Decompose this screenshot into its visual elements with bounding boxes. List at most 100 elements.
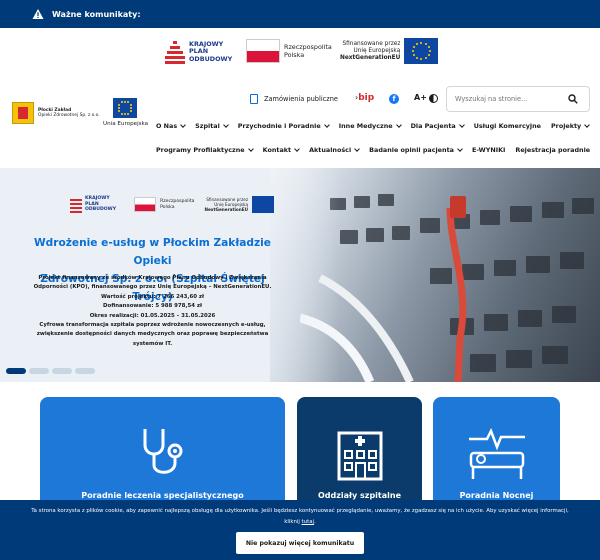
- hero-poland-line-2: Polska: [160, 204, 175, 210]
- cookie-message-click: kliknij: [284, 519, 300, 525]
- chevron-down-icon: [180, 121, 186, 128]
- eu-header-logo: Unia Europejska: [103, 98, 148, 127]
- hero-title-line-1: Wdrożenie e-usług w Płockim Zakładzie Op…: [34, 237, 271, 267]
- cookie-more-link[interactable]: tutaj: [302, 519, 314, 525]
- nav-item-aktualności[interactable]: Aktualności: [309, 145, 360, 154]
- chevron-down-icon: [395, 121, 402, 128]
- nav-item-badanie-opinii-pacjenta[interactable]: Badanie opinii pacjenta: [369, 145, 463, 154]
- pzoz-logo[interactable]: Płocki Zakład Opieki Zdrowotnej Sp. z o.…: [12, 100, 102, 126]
- nav-item-label: Dla Pacjenta: [410, 122, 456, 130]
- nav-item-label: Badanie opinii pacjenta: [369, 146, 454, 154]
- chevron-down-icon: [323, 121, 330, 128]
- project-value: Wartość projektu: 7 266 243,60 zł: [101, 293, 204, 300]
- nav-item-kontakt[interactable]: Kontakt: [262, 145, 300, 154]
- hero-description: Projekt finansowany ze środków Krajowego…: [30, 274, 275, 349]
- hospital-wards-card[interactable]: Oddziały szpitalne: [297, 397, 422, 507]
- eu-star-icon: [124, 100, 126, 103]
- poland-line-2: Polska: [284, 51, 305, 59]
- important-notices-label: Ważne komunikaty:: [52, 9, 141, 19]
- poland-line-1: Rzeczpospolita: [284, 43, 332, 51]
- project-funding: Dofinansowanie: 5 988 978,54 zł: [103, 303, 202, 310]
- eu-funding-logo: Sfinansowane przez Unię Europejską NextG…: [340, 38, 439, 64]
- chevron-down-icon: [458, 121, 465, 128]
- eu-star-icon: [427, 45, 430, 48]
- bip-link[interactable]: ›bip: [355, 93, 374, 103]
- warning-icon: [32, 9, 44, 19]
- nav-item-projekty[interactable]: Projekty: [551, 121, 591, 130]
- slider-pagination: [6, 368, 98, 374]
- search-icon[interactable]: [563, 89, 583, 109]
- eu-star-icon: [118, 110, 121, 113]
- poland-flag-icon: [134, 197, 157, 212]
- specialist-clinics-card[interactable]: Poradnie leczenia specjalistycznego: [40, 397, 285, 507]
- poland-flag-icon: [246, 39, 280, 63]
- chevron-down-icon: [354, 145, 360, 152]
- facebook-icon[interactable]: f: [389, 94, 399, 104]
- poland-logo: Rzeczpospolita Polska: [246, 39, 332, 63]
- kpo-logo: KRAJOWY PLAN ODBUDOWY: [165, 36, 235, 68]
- project-period: Okres realizacji: 01.05.2025 – 31.05.202…: [89, 312, 216, 319]
- chevron-down-icon: [457, 145, 463, 152]
- eu-flag-icon: [113, 98, 137, 118]
- dismiss-cookie-button[interactable]: Nie pokazuj więcej komunikatu: [236, 532, 364, 554]
- eu-star-icon: [127, 112, 130, 115]
- nav-item-label: Projekty: [551, 122, 582, 130]
- nav-item-label: Kontakt: [262, 146, 292, 154]
- chevron-down-icon: [222, 121, 229, 128]
- nav-item-label: E-WYNIKI: [471, 146, 506, 154]
- hero-eu-line-3: NextGenerationEU: [204, 207, 249, 212]
- chevron-down-icon: [247, 145, 254, 152]
- hero-body-line: Projekt finansowany ze środków Krajowego…: [38, 275, 267, 281]
- nav-item-label: Inne Medyczne: [338, 122, 393, 130]
- funding-logos: KRAJOWY PLAN ODBUDOWY Rzeczpospolita Pol…: [0, 36, 600, 70]
- specialist-clinics-title: Poradnie leczenia specjalistycznego: [81, 491, 244, 500]
- main-nav-row-2: Programy Profilaktyczne Kontakt Aktualnośc…: [156, 145, 600, 154]
- nav-item-szpital[interactable]: Szpital: [195, 121, 229, 130]
- search-input[interactable]: [447, 95, 563, 103]
- slider-dot[interactable]: [75, 368, 95, 374]
- nav-item-label: Usługi Komercyjne: [473, 122, 541, 130]
- nav-item-label: Aktualności: [309, 146, 352, 154]
- slider-dot[interactable]: [29, 368, 49, 374]
- slider-dot[interactable]: [52, 368, 72, 374]
- eu-star-icon: [120, 101, 123, 104]
- public-procurement-link[interactable]: Zamówienia publiczne: [250, 94, 338, 104]
- eu-star-icon: [127, 101, 130, 104]
- kpo-mark-icon: [70, 196, 82, 213]
- nav-item-usługi-komercyjne[interactable]: Usługi Komercyjne: [474, 122, 541, 130]
- eu-star-icon: [413, 54, 416, 57]
- stethoscope-icon: [143, 429, 182, 474]
- hero-poland-line-1: Rzeczpospolita: [160, 198, 195, 204]
- nav-item-przychodnie-i-poradnie[interactable]: Przychodnie i Poradnie: [238, 121, 330, 130]
- nav-item-o-nas[interactable]: O Nas: [156, 121, 186, 130]
- nav-item-e-wyniki[interactable]: E-WYNIKI: [472, 146, 505, 154]
- night-clinic-card[interactable]: Poradnia Nocnej: [433, 397, 560, 507]
- hospital-bed-icon: [468, 427, 525, 479]
- eu-line-3: NextGenerationEU: [340, 54, 401, 61]
- eu-star-icon: [427, 54, 430, 57]
- important-notices-bar[interactable]: Ważne komunikaty:: [0, 0, 600, 28]
- eu-star-icon: [420, 41, 423, 44]
- eu-star-icon: [129, 110, 132, 113]
- eu-star-icon: [420, 58, 423, 61]
- slider-dot[interactable]: [6, 368, 26, 374]
- nav-item-rejestracja-poradnie[interactable]: Rejestracja poradnie: [515, 146, 590, 154]
- eu-flag-icon: [404, 38, 439, 64]
- nav-item-label: Programy Profilaktyczne: [156, 146, 245, 154]
- hero-body-line: systemów IT.: [132, 340, 173, 347]
- eu-star-icon: [413, 45, 416, 48]
- nav-item-label: Szpital: [195, 122, 220, 130]
- eu-star-icon: [412, 50, 415, 52]
- hero-eu-logo: Sfinansowane przez Unię Europejską NextG…: [204, 196, 275, 213]
- nav-item-inne-medyczne[interactable]: Inne Medyczne: [338, 121, 402, 130]
- font-size-button[interactable]: A+: [414, 93, 427, 102]
- nav-item-dla-pacjenta[interactable]: Dla Pacjenta: [410, 121, 465, 130]
- nav-item-label: Rejestracja poradnie: [515, 146, 591, 154]
- document-icon: [250, 94, 258, 104]
- contrast-icon[interactable]: [429, 94, 438, 103]
- nav-item-programy-profilaktyczne[interactable]: Programy Profilaktyczne: [156, 145, 254, 154]
- eu-star-icon: [416, 57, 419, 60]
- cookie-consent-bar: Ta strona korzysta z plików cookie, aby …: [0, 500, 600, 560]
- eu-flag-icon: [252, 196, 275, 213]
- cookie-message-text: Ta strona korzysta z plików cookie, aby …: [31, 508, 569, 514]
